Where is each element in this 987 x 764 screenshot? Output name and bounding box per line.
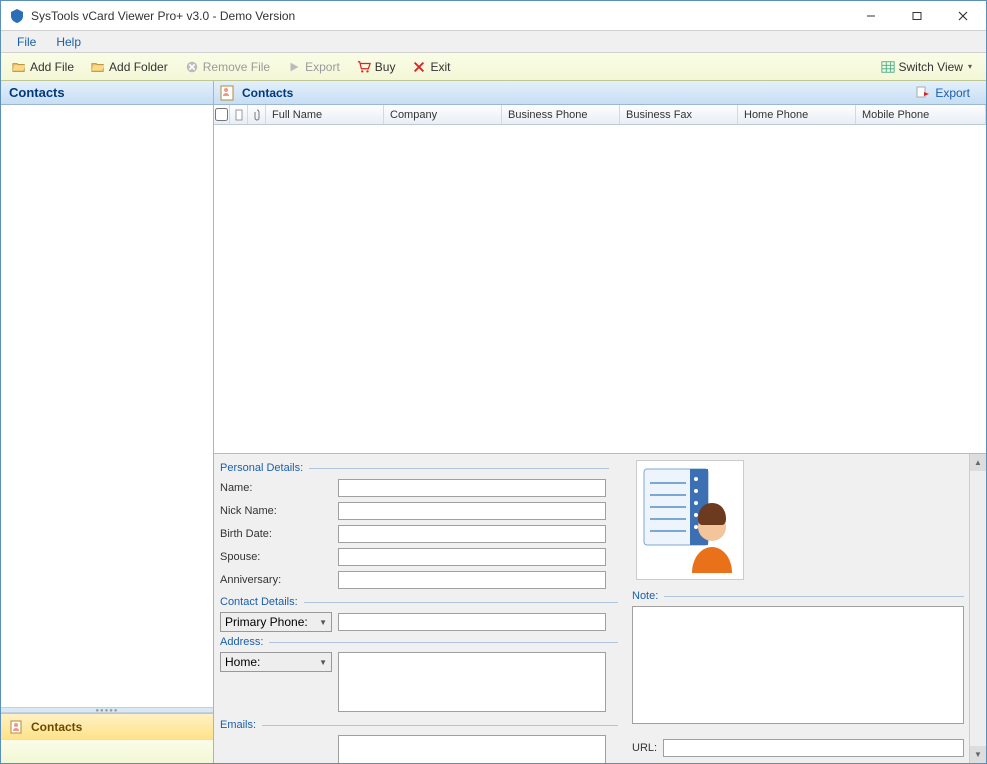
buy-button[interactable]: Buy <box>350 57 402 77</box>
nickname-label: Nick Name: <box>220 505 338 517</box>
add-folder-label: Add Folder <box>109 60 168 74</box>
column-business-fax[interactable]: Business Fax <box>620 105 738 124</box>
remove-icon <box>184 59 200 75</box>
emails-legend: Emails: <box>220 719 618 731</box>
note-legend: Note: <box>632 590 964 602</box>
scroll-down-icon[interactable]: ▼ <box>970 746 986 763</box>
contact-icon <box>9 719 25 735</box>
cart-icon <box>356 59 372 75</box>
main-header: Contacts Export <box>214 81 986 105</box>
detail-pane: Personal Details: Name: Nick Name: Birth… <box>214 453 986 763</box>
contact-details-legend: Contact Details: <box>220 596 618 608</box>
name-label: Name: <box>220 482 338 494</box>
switch-view-button[interactable]: Switch View ▾ <box>874 57 979 77</box>
folder-open-icon <box>11 59 27 75</box>
menu-bar: File Help <box>1 31 986 53</box>
folder-icon <box>90 59 106 75</box>
sidebar-tree[interactable] <box>1 105 213 707</box>
scroll-up-icon[interactable]: ▲ <box>970 454 986 471</box>
remove-file-button[interactable]: Remove File <box>178 57 276 77</box>
add-folder-button[interactable]: Add Folder <box>84 57 174 77</box>
main-header-title: Contacts <box>242 86 293 100</box>
x-icon <box>411 59 427 75</box>
chevron-down-icon: ▾ <box>968 62 972 71</box>
contact-avatar <box>636 460 744 580</box>
close-button[interactable] <box>940 1 986 31</box>
title-bar: SysTools vCard Viewer Pro+ v3.0 - Demo V… <box>1 1 986 31</box>
export-button[interactable]: Export <box>280 57 346 77</box>
chevron-down-icon: ▼ <box>319 658 327 667</box>
add-file-button[interactable]: Add File <box>5 57 80 77</box>
sidebar: Contacts ●●●●● Contacts <box>1 81 214 763</box>
birthdate-field[interactable] <box>338 525 606 543</box>
grid-body[interactable] <box>214 125 986 453</box>
emails-field[interactable] <box>338 735 606 763</box>
main-panel: Contacts Export Full Name Company Busine… <box>214 81 986 763</box>
detail-scrollbar[interactable]: ▲ ▼ <box>969 454 986 763</box>
export-label: Export <box>305 60 340 74</box>
sidebar-header: Contacts <box>1 81 213 105</box>
column-company[interactable]: Company <box>384 105 502 124</box>
note-field[interactable] <box>632 606 964 724</box>
exit-label: Exit <box>430 60 450 74</box>
address-type-combo[interactable]: Home:▼ <box>220 652 332 672</box>
sidebar-bottom-bar <box>1 739 213 763</box>
contact-list-icon <box>220 85 236 101</box>
column-business-phone[interactable]: Business Phone <box>502 105 620 124</box>
grid-icon <box>880 59 896 75</box>
spouse-field[interactable] <box>338 548 606 566</box>
toolbar: Add File Add Folder Remove File Export B… <box>1 53 986 81</box>
main-export-label: Export <box>935 86 970 100</box>
select-all-checkbox[interactable] <box>215 108 228 121</box>
column-attachment-icon[interactable] <box>248 105 266 124</box>
column-full-name[interactable]: Full Name <box>266 105 384 124</box>
menu-help[interactable]: Help <box>46 33 91 51</box>
main-export-button[interactable]: Export <box>909 85 976 101</box>
primary-phone-combo[interactable]: Primary Phone:▼ <box>220 612 332 632</box>
switch-view-label: Switch View <box>899 60 963 74</box>
name-field[interactable] <box>338 479 606 497</box>
url-field[interactable] <box>663 739 964 757</box>
url-row: URL: <box>632 739 964 757</box>
address-field[interactable] <box>338 652 606 712</box>
anniversary-label: Anniversary: <box>220 574 338 586</box>
sidebar-contacts-tab[interactable]: Contacts <box>1 713 213 739</box>
column-mobile-phone[interactable]: Mobile Phone <box>856 105 986 124</box>
window-title: SysTools vCard Viewer Pro+ v3.0 - Demo V… <box>31 9 848 23</box>
play-icon <box>286 59 302 75</box>
column-home-phone[interactable]: Home Phone <box>738 105 856 124</box>
maximize-button[interactable] <box>894 1 940 31</box>
grid-header: Full Name Company Business Phone Busines… <box>214 105 986 125</box>
remove-file-label: Remove File <box>203 60 270 74</box>
add-file-label: Add File <box>30 60 74 74</box>
menu-file[interactable]: File <box>7 33 46 51</box>
anniversary-field[interactable] <box>338 571 606 589</box>
minimize-button[interactable] <box>848 1 894 31</box>
spouse-label: Spouse: <box>220 551 338 563</box>
exit-button[interactable]: Exit <box>405 57 456 77</box>
column-checkbox[interactable] <box>214 105 230 124</box>
primary-phone-field[interactable] <box>338 613 606 631</box>
app-icon <box>9 8 25 24</box>
column-flag-icon[interactable] <box>230 105 248 124</box>
buy-label: Buy <box>375 60 396 74</box>
address-legend: Address: <box>220 636 618 648</box>
sidebar-contacts-label: Contacts <box>31 720 82 734</box>
url-label: URL: <box>632 742 657 754</box>
nickname-field[interactable] <box>338 502 606 520</box>
export-arrow-icon <box>915 85 931 101</box>
chevron-down-icon: ▼ <box>319 618 327 627</box>
workspace: Contacts ●●●●● Contacts Contacts Expo <box>1 81 986 763</box>
note-section: Note: <box>632 588 964 727</box>
birthdate-label: Birth Date: <box>220 528 338 540</box>
